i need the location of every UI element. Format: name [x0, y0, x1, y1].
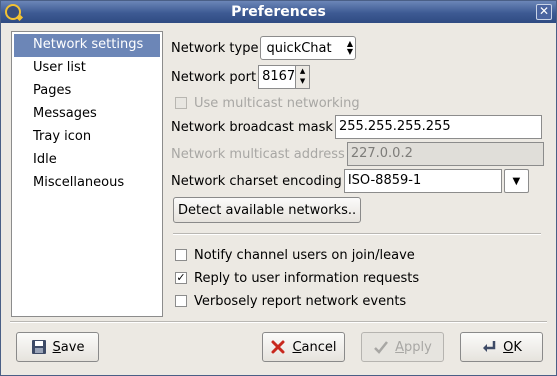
checkmark-icon — [373, 339, 389, 355]
sidebar-item-pages[interactable]: Pages — [14, 80, 160, 103]
cancel-label: ancel — [301, 339, 337, 355]
network-port-label: Network port — [171, 69, 257, 85]
title-bar: Preferences ✕ — [1, 1, 556, 23]
charset-dropdown-button[interactable]: ▼ — [503, 169, 529, 193]
multicast-row: Use multicast networking — [171, 91, 360, 115]
multicast-address-label: Network multicast address — [171, 146, 345, 162]
option-verbose-row: Verbosely report network events — [171, 289, 406, 313]
verbose-checkbox[interactable] — [175, 295, 187, 307]
select-arrows-icon: ▲ ▼ — [346, 39, 354, 56]
sidebar-item-messages[interactable]: Messages — [14, 103, 160, 126]
sidebar-item-miscellaneous[interactable]: Miscellaneous — [14, 172, 160, 195]
apply-mnemonic: A — [395, 339, 405, 355]
apply-button[interactable]: Apply — [361, 332, 444, 362]
reply-checkbox[interactable]: ✓ — [175, 272, 187, 284]
broadcast-row: Network broadcast mask 255.255.255.255 — [171, 115, 542, 139]
charset-input[interactable]: ISO-8859-1 — [343, 169, 502, 193]
category-list: Network settings User list Pages Message… — [11, 31, 163, 317]
ok-button[interactable]: OK — [460, 332, 543, 362]
chevron-down-icon: ▼ — [512, 175, 521, 187]
network-type-label: Network type — [171, 40, 259, 56]
multicast-address-input[interactable]: 227.0.0.2 — [346, 142, 544, 166]
multicast-label: Use multicast networking — [194, 95, 360, 111]
broadcast-label: Network broadcast mask — [171, 119, 333, 135]
network-port-spinbox[interactable]: 8167 ▲ ▼ — [258, 65, 311, 89]
cancel-button[interactable]: Cancel — [262, 332, 345, 362]
apply-label: pply — [404, 339, 432, 355]
option-reply-row: ✓ Reply to user information requests — [171, 266, 419, 290]
cancel-icon — [270, 339, 286, 355]
network-port-row: Network port 8167 ▲ ▼ — [171, 65, 311, 89]
save-mnemonic: S — [52, 339, 61, 355]
sidebar-item-tray-icon[interactable]: Tray icon — [14, 126, 160, 149]
detect-networks-button[interactable]: Detect available networks.. — [173, 197, 362, 223]
footer-separator — [10, 321, 547, 323]
charset-row: Network charset encoding ISO-8859-1 ▼ — [171, 169, 529, 193]
verbose-label: Verbosely report network events — [194, 293, 407, 309]
network-type-row: Network type quickChat ▲ ▼ — [171, 36, 357, 60]
multicast-checkbox[interactable] — [175, 97, 187, 109]
sidebar-item-idle[interactable]: Idle — [14, 149, 160, 172]
reply-label: Reply to user information requests — [194, 270, 420, 286]
close-button[interactable]: ✕ — [536, 4, 552, 20]
charset-label: Network charset encoding — [171, 173, 342, 189]
ok-label: K — [513, 339, 522, 355]
notify-checkbox[interactable] — [175, 249, 187, 261]
enter-arrow-icon — [481, 339, 497, 355]
sidebar-item-network-settings[interactable]: Network settings — [14, 34, 160, 57]
broadcast-mask-input[interactable]: 255.255.255.255 — [334, 115, 542, 139]
floppy-disk-icon — [31, 339, 47, 355]
spin-arrows-icon[interactable]: ▲ ▼ — [295, 66, 310, 88]
sidebar-item-user-list[interactable]: User list — [14, 57, 160, 80]
option-notify-row: Notify channel users on join/leave — [171, 243, 415, 267]
network-type-value: quickChat — [266, 40, 332, 56]
notify-label: Notify channel users on join/leave — [194, 247, 415, 263]
save-button[interactable]: Save — [16, 332, 99, 362]
multicast-address-row: Network multicast address 227.0.0.2 — [171, 142, 544, 166]
preferences-window: Preferences ✕ Network settings User list… — [0, 0, 557, 376]
network-port-value: 8167 — [262, 69, 296, 84]
ok-mnemonic: O — [503, 339, 514, 355]
separator — [173, 233, 541, 235]
cancel-mnemonic: C — [292, 339, 302, 355]
save-label: ave — [60, 339, 85, 355]
network-type-select[interactable]: quickChat ▲ ▼ — [260, 36, 357, 60]
network-settings-panel: Network type quickChat ▲ ▼ Network port 8… — [171, 31, 548, 321]
window-title: Preferences — [231, 4, 326, 20]
